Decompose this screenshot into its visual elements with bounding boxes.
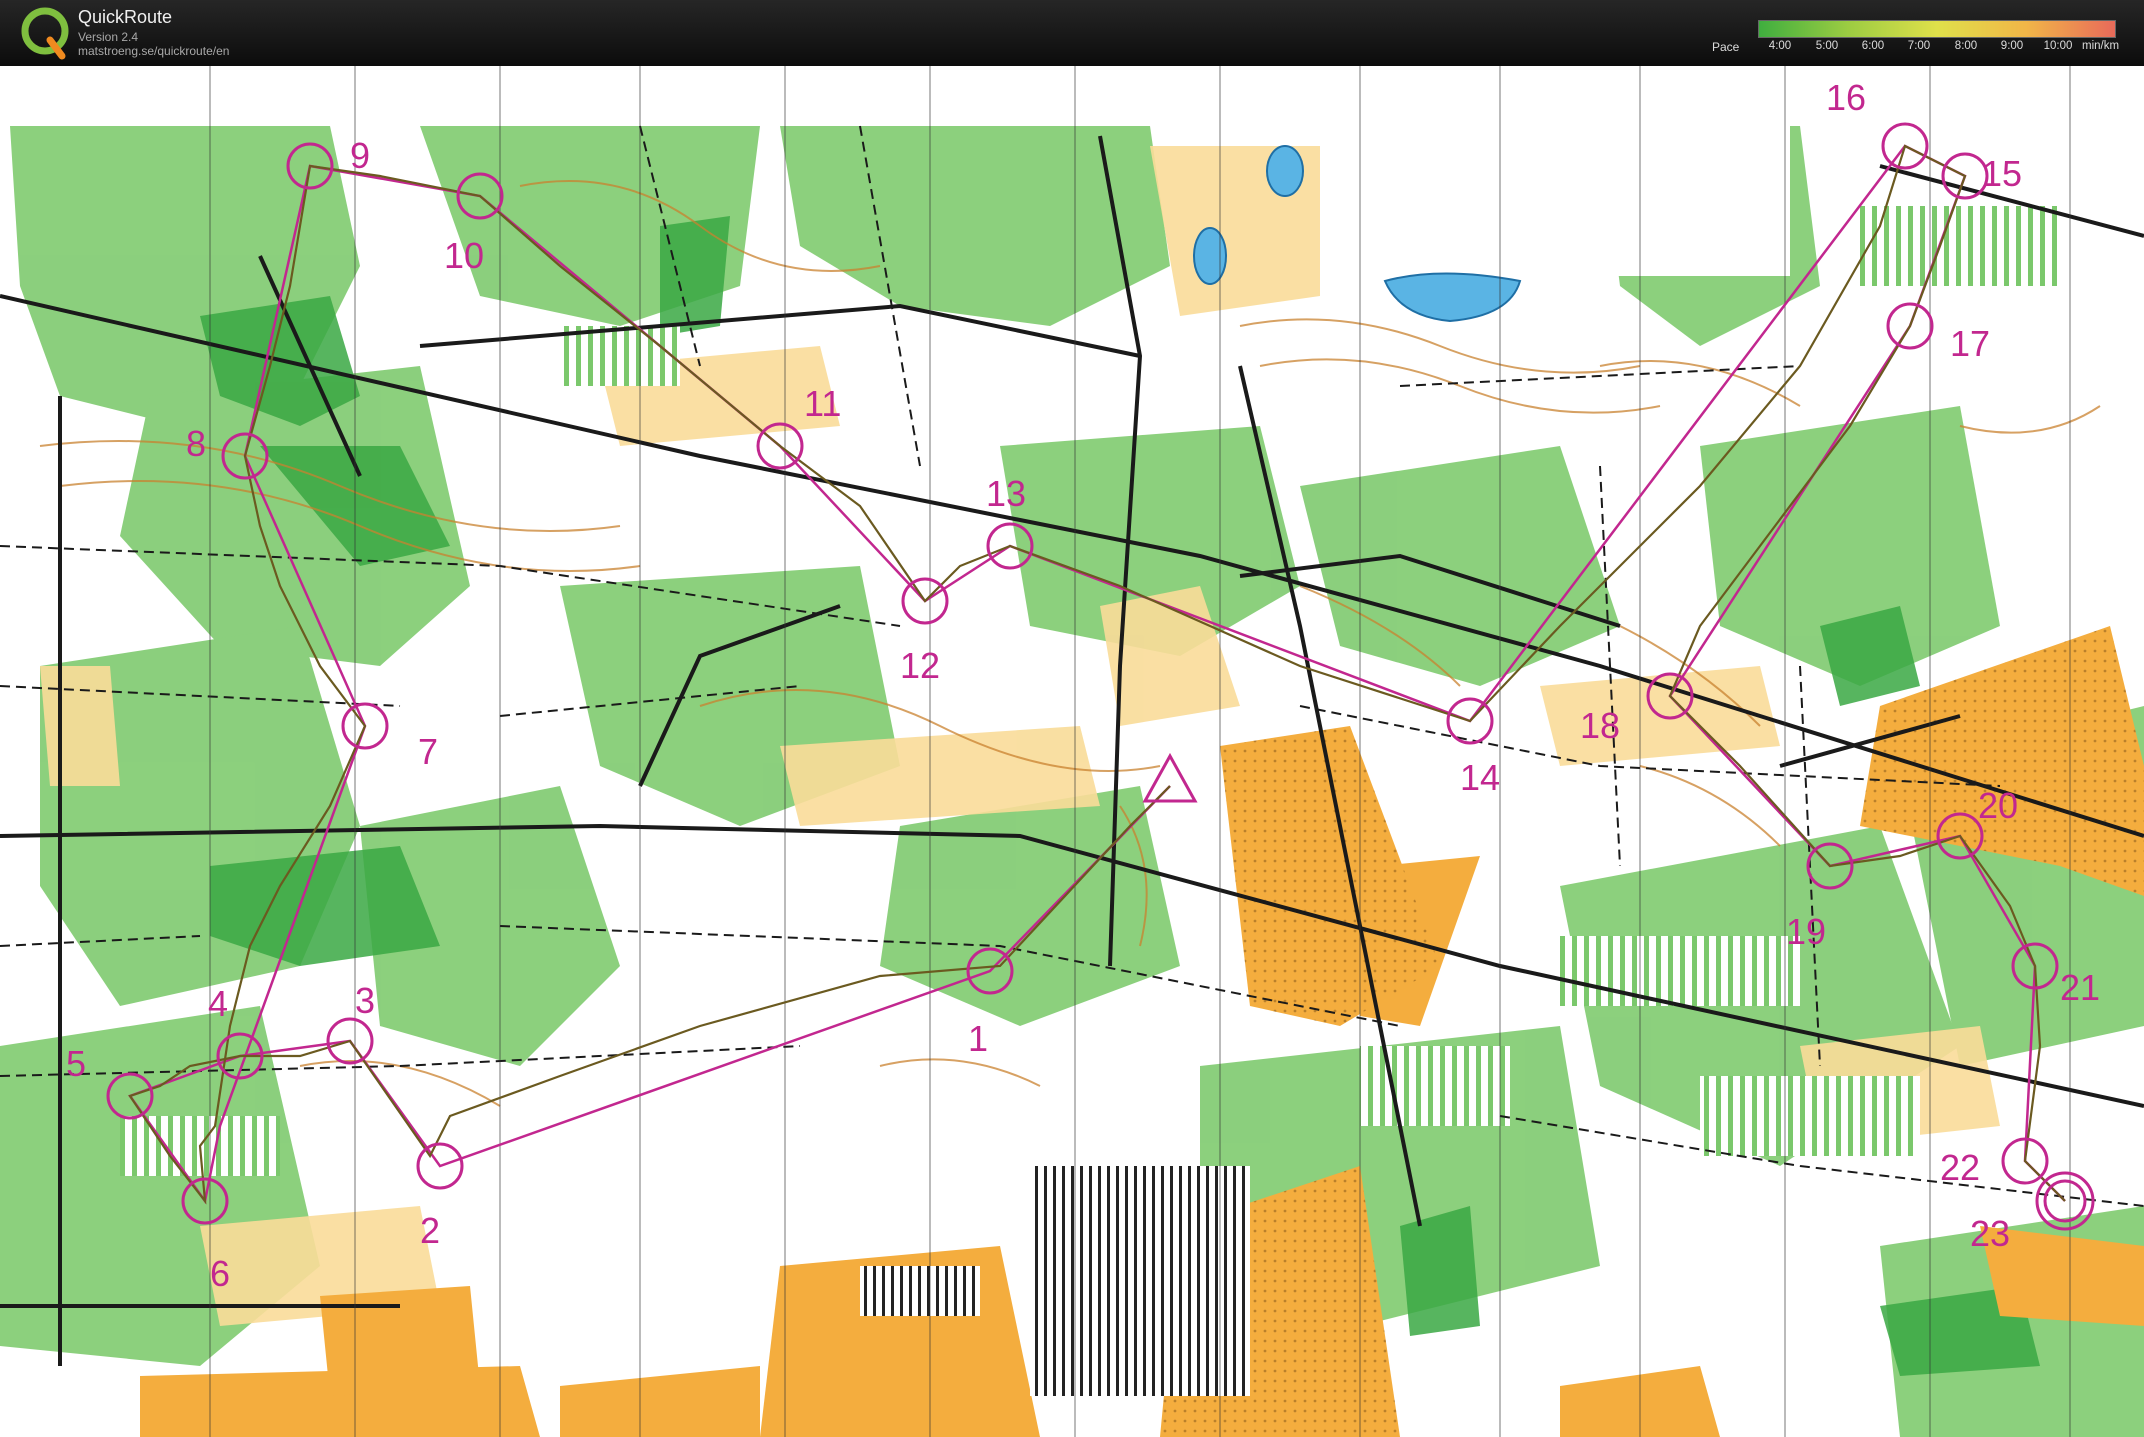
control-number-7: 7	[418, 731, 438, 772]
control-number-20: 20	[1978, 785, 2018, 826]
app-header: QuickRoute Version 2.4 matstroeng.se/qui…	[0, 0, 2144, 67]
control-number-14: 14	[1460, 757, 1500, 798]
control-number-17: 17	[1950, 323, 1990, 364]
app-version: Version 2.4	[78, 30, 139, 44]
control-number-15: 15	[1982, 153, 2022, 194]
app-title: QuickRoute	[78, 7, 173, 27]
pace-tick: 9:00	[2000, 40, 2024, 52]
control-number-4: 4	[208, 983, 228, 1024]
pace-tick: 8:00	[1954, 40, 1978, 52]
pace-gradient-bar	[1758, 20, 2116, 38]
control-number-1: 1	[968, 1018, 988, 1059]
control-number-5: 5	[66, 1043, 86, 1084]
pace-unit: min/km	[2082, 40, 2120, 52]
control-number-16: 16	[1826, 77, 1866, 118]
control-number-12: 12	[900, 645, 940, 686]
map-canvas[interactable]: 1 2 3 4 5 6 7 8 9 10 11 12 13 14 15 16 1…	[0, 66, 2144, 1437]
control-number-6: 6	[210, 1253, 230, 1294]
pace-label: Pace	[1712, 40, 1740, 54]
control-number-22: 22	[1940, 1147, 1980, 1188]
control-number-23: 23	[1970, 1213, 2010, 1254]
quickroute-logo	[21, 7, 69, 60]
control-number-2: 2	[420, 1210, 440, 1251]
pace-tick: 7:00	[1907, 40, 1931, 52]
control-number-10: 10	[444, 235, 484, 276]
control-number-3: 3	[355, 980, 375, 1021]
control-number-11: 11	[804, 383, 841, 424]
control-number-21: 21	[2060, 967, 2100, 1008]
control-number-19: 19	[1786, 911, 1826, 952]
pace-tick: 4:00	[1768, 40, 1792, 52]
control-number-8: 8	[186, 423, 206, 464]
control-number-9: 9	[350, 135, 370, 176]
orienteering-map[interactable]: 1 2 3 4 5 6 7 8 9 10 11 12 13 14 15 16 1…	[0, 66, 2144, 1437]
pace-tick: 10:00	[2043, 40, 2073, 52]
pace-tick: 6:00	[1861, 40, 1885, 52]
control-number-18: 18	[1580, 705, 1620, 746]
app-url[interactable]: matstroeng.se/quickroute/en	[78, 44, 229, 58]
control-number-13: 13	[986, 473, 1026, 514]
unmapped-area	[1330, 66, 1790, 276]
pace-legend: Pace 4:00 5:00 6:00 7:00 8:00 9:00 10:00…	[1700, 16, 2140, 58]
pace-tick: 5:00	[1815, 40, 1839, 52]
